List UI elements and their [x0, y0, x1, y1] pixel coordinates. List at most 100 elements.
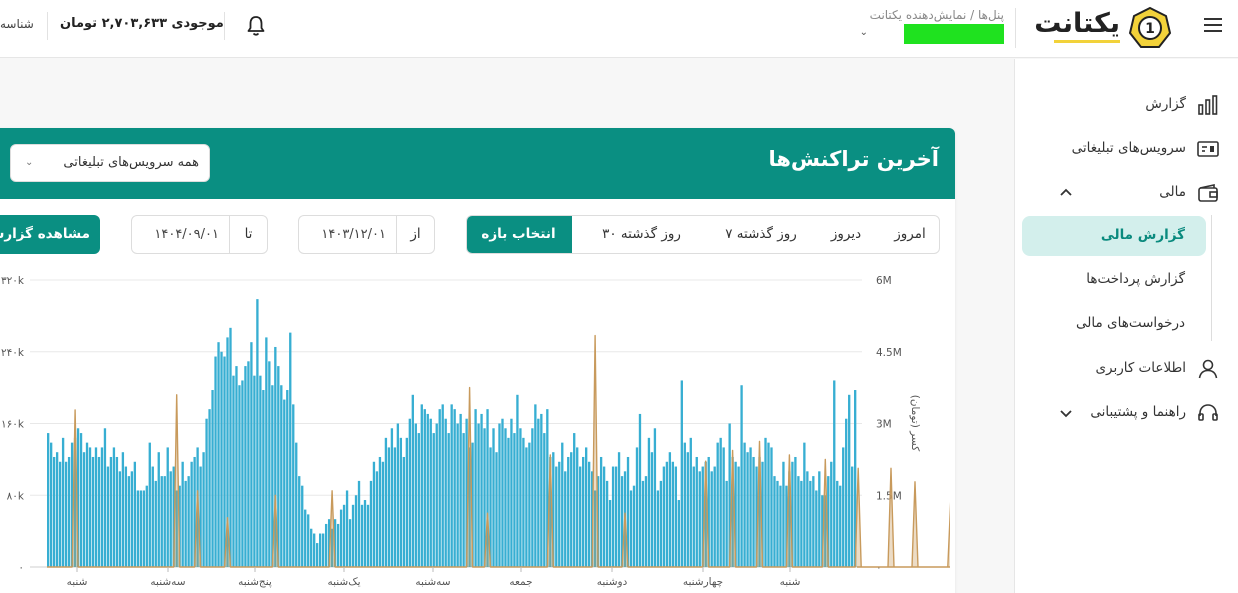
chart-bar [779, 485, 782, 567]
chart-bar [836, 480, 839, 567]
view-report-button[interactable]: مشاهده گزارش [0, 215, 100, 254]
tab-yesterday[interactable]: دیروز [811, 216, 881, 253]
chart-bar [235, 366, 238, 567]
chart-bar [689, 437, 692, 567]
chart-bar [507, 437, 510, 567]
chart-bar [106, 466, 110, 567]
chart-bar [381, 461, 385, 567]
sidebar-item-support[interactable]: راهنما و پشتیبانی [1014, 393, 1238, 433]
x-tick-label: یک‌شنبه [327, 576, 360, 588]
chart-bar [513, 433, 516, 567]
chart-bar [336, 523, 340, 567]
chart-bar [91, 456, 95, 567]
chart-bar [561, 442, 564, 567]
chart-bar [280, 385, 283, 567]
sidebar-subitem-financial-requests[interactable]: درخواست‌های مالی [1022, 304, 1206, 344]
chart-bar [310, 528, 313, 567]
top-bar: 1 یکتانت پنل‌ها / نمایش‌دهنده یکتانت ⌄ ش… [0, 0, 1238, 58]
chart-bar [794, 456, 797, 567]
chart-bar [47, 433, 50, 567]
chart-bar [614, 466, 618, 567]
chart-bar [650, 452, 654, 567]
menu-icon[interactable] [1204, 18, 1222, 32]
logo-text: یکتانت [1034, 8, 1121, 39]
chart-bar [570, 452, 573, 567]
card-header: آخرین تراکنش‌ها همه سرویس‌های تبلیغاتی ⌄ [0, 128, 955, 199]
chart-bar [722, 447, 725, 567]
chart-bar [408, 418, 411, 567]
sidebar-subitem-payments-report[interactable]: گزارش پرداخت‌ها [1022, 260, 1206, 300]
chart-bar [447, 433, 450, 567]
chart-bar [459, 413, 462, 567]
chevron-down-icon[interactable]: ⌄ [860, 27, 868, 38]
chart-bar [253, 375, 256, 567]
chart-bar [130, 471, 134, 567]
chart-bar [438, 409, 441, 567]
logo[interactable]: 1 یکتانت [1034, 6, 1172, 50]
tab-last-30-days[interactable]: ۳۰ روز گذشته [572, 216, 711, 253]
chart-bar [184, 480, 187, 567]
sidebar-subitem-financial-report[interactable]: گزارش مالی [1022, 216, 1206, 256]
chart-bar [573, 433, 576, 567]
chevron-up-icon[interactable] [1054, 181, 1078, 205]
chart-bar [339, 509, 343, 567]
chart-bar [833, 380, 836, 567]
card-title: آخرین تراکنش‌ها [768, 147, 939, 171]
from-date-field[interactable]: از ۱۴۰۳/۱۲/۰۱ [298, 215, 435, 254]
chart-bar [611, 466, 615, 567]
bell-icon[interactable] [246, 15, 266, 37]
chart-bar [435, 423, 438, 567]
service-select[interactable]: همه سرویس‌های تبلیغاتی ⌄ [10, 144, 210, 182]
chart-bar [145, 485, 148, 567]
chart-bar [289, 332, 292, 567]
chart-bar [220, 351, 223, 567]
chart-bar [160, 476, 163, 567]
chart-bar [169, 471, 172, 567]
chart-bar [776, 480, 779, 567]
chart-bar [495, 452, 498, 567]
x-tick-label: سه‌شنبه [150, 576, 185, 588]
chart-bar [501, 418, 504, 567]
x-tick-label: پنج‌شنبه [238, 576, 272, 588]
chart-bar [118, 471, 122, 567]
chart-bar [522, 437, 525, 567]
chart-bar [286, 390, 289, 567]
chart-bar [121, 452, 125, 567]
chart-bar [307, 514, 310, 567]
chart-bar [187, 476, 190, 567]
chart-bar [812, 476, 815, 567]
chart-bar [313, 533, 316, 567]
tab-today[interactable]: امروز [881, 216, 939, 253]
chart-bar [456, 423, 459, 567]
chart-bar [229, 327, 232, 567]
tab-last-7-days[interactable]: ۷ روز گذشته [711, 216, 811, 253]
sidebar-item-user-info[interactable]: اطلاعات کاربری [1014, 349, 1238, 389]
chart-bar [683, 442, 686, 567]
chart-bar [725, 480, 728, 567]
y-right-tick: 1.5M [876, 490, 902, 502]
sidebar-item-finance[interactable]: مالی [1014, 173, 1238, 213]
chart-bar [797, 476, 800, 567]
sidebar-item-report[interactable]: گزارش [1014, 85, 1238, 125]
chart-bar [202, 452, 205, 567]
chart-bar [800, 480, 803, 567]
chart-bar [109, 456, 113, 567]
tab-custom-range[interactable]: انتخاب بازه [467, 216, 572, 253]
chart-bar [441, 404, 444, 567]
user-ident[interactable]: شناسه [0, 17, 34, 31]
chart-bar [680, 380, 683, 567]
sidebar-item-ad-services[interactable]: سرویس‌های تبلیغاتی [1014, 129, 1238, 169]
panel-selector[interactable] [904, 24, 1004, 44]
chart-bar [543, 433, 546, 567]
y-right-tick: ۰ [876, 562, 882, 574]
chart-bar [139, 490, 142, 567]
chart-bar [599, 456, 603, 567]
y-right-axis-label: کسر (تومان) [909, 395, 921, 452]
chart-bar [58, 461, 62, 567]
chart-bar [88, 447, 92, 567]
chevron-down-icon: ⌄ [25, 157, 34, 168]
to-date-field[interactable]: تا ۱۴۰۴/۰۹/۰۱ [131, 215, 268, 254]
logo-mark-icon: 1 [1128, 6, 1172, 48]
chart-bar [67, 456, 71, 567]
chevron-down-icon[interactable] [1054, 401, 1078, 425]
